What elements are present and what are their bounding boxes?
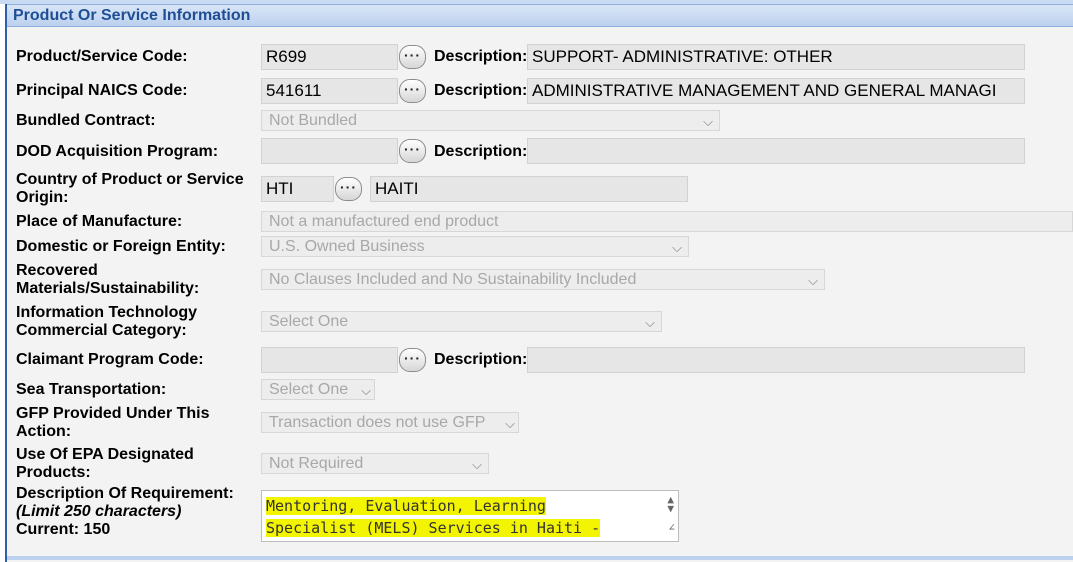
- recovered-select-value: No Clauses Included and No Sustainabilit…: [269, 271, 637, 288]
- country-label-line2: Origin:: [16, 189, 69, 206]
- gfp-label-line2: Action:: [16, 423, 72, 440]
- epa-label-line2: Products:: [16, 464, 91, 481]
- gfp-label-line1: GFP Provided Under This: [16, 405, 210, 422]
- psc-code-input[interactable]: R699: [261, 44, 398, 70]
- psc-lookup-button[interactable]: ···: [399, 45, 426, 69]
- epa-select[interactable]: Not Required ⌵: [261, 453, 489, 474]
- ellipsis-lookup-icon: ···: [404, 47, 421, 63]
- country-lookup-button[interactable]: ···: [335, 177, 362, 201]
- requirement-text-line2: Specialist (MELS) Services in Haiti -: [266, 519, 601, 537]
- dod-label: DOD Acquisition Program:: [16, 143, 219, 160]
- naics-description-label: Description:: [434, 82, 528, 99]
- epa-select-value: Not Required: [269, 455, 364, 472]
- resize-grip-icon[interactable]: ∠: [668, 517, 675, 539]
- bundled-label: Bundled Contract:: [16, 112, 156, 129]
- naics-code-input[interactable]: 541611: [261, 78, 398, 104]
- ellipsis-lookup-icon: ···: [404, 141, 421, 157]
- country-code-input[interactable]: HTI: [261, 176, 334, 202]
- chevron-down-icon: ⌵: [645, 315, 655, 330]
- sea-label: Sea Transportation:: [16, 381, 167, 398]
- ellipsis-lookup-icon: ···: [404, 81, 421, 97]
- domestic-select[interactable]: U.S. Owned Business ⌵: [261, 236, 689, 257]
- gfp-select-value: Transaction does not use GFP: [269, 414, 486, 431]
- chevron-down-icon: ⌵: [472, 457, 482, 472]
- recovered-label-line1: Recovered: [16, 262, 98, 279]
- panel-bottom-border: [7, 556, 1073, 560]
- requirement-textarea[interactable]: Mentoring, Evaluation, Learning Speciali…: [261, 490, 679, 542]
- bundled-select[interactable]: Not Bundled ⌵: [261, 110, 720, 131]
- naics-lookup-button[interactable]: ···: [399, 79, 426, 103]
- naics-description-field: ADMINISTRATIVE MANAGEMENT AND GENERAL MA…: [527, 78, 1025, 104]
- psc-description-field: SUPPORT- ADMINISTRATIVE: OTHER: [527, 44, 1025, 70]
- dod-description-field: [527, 138, 1025, 164]
- it-label-line1: Information Technology: [16, 304, 198, 321]
- naics-label: Principal NAICS Code:: [16, 82, 188, 99]
- dod-code-input[interactable]: [261, 138, 398, 164]
- manufacture-label: Place of Manufacture:: [16, 213, 183, 230]
- recovered-label: Recovered Materials/Sustainability:: [16, 262, 199, 298]
- requirement-char-count: Current: 150: [16, 521, 111, 538]
- manufacture-select-value: Not a manufactured end product: [269, 213, 499, 230]
- chevron-down-icon: ⌵: [505, 416, 515, 431]
- bundled-select-value: Not Bundled: [269, 112, 358, 129]
- ellipsis-lookup-icon: ···: [404, 350, 421, 366]
- country-name-field: HAITI: [370, 176, 688, 202]
- product-service-panel: Product Or Service Information Product/S…: [5, 4, 1073, 562]
- domestic-select-value: U.S. Owned Business: [269, 238, 425, 255]
- claimant-description-field: [527, 347, 1025, 373]
- it-label: Information Technology Commercial Catego…: [16, 304, 197, 340]
- chevron-down-icon: ⌵: [808, 273, 818, 288]
- gfp-select[interactable]: Transaction does not use GFP ⌵: [261, 412, 519, 433]
- dod-lookup-button[interactable]: ···: [399, 139, 426, 163]
- recovered-select[interactable]: No Clauses Included and No Sustainabilit…: [261, 269, 825, 290]
- requirement-limit-note: (Limit 250 characters): [16, 503, 182, 520]
- ellipsis-lookup-icon: ···: [340, 179, 357, 195]
- requirement-label-line1: Description Of Requirement:: [16, 485, 234, 502]
- it-select-value: Select One: [269, 313, 349, 330]
- claimant-description-label: Description:: [434, 351, 528, 368]
- country-label: Country of Product or Service Origin:: [16, 171, 244, 207]
- psc-description-label: Description:: [434, 48, 528, 65]
- section-title: Product Or Service Information: [13, 7, 251, 24]
- gfp-label: GFP Provided Under This Action:: [16, 405, 210, 441]
- claimant-label: Claimant Program Code:: [16, 351, 204, 368]
- psc-label: Product/Service Code:: [16, 48, 188, 65]
- sea-select-value: Select One: [269, 381, 349, 398]
- epa-label-line1: Use Of EPA Designated: [16, 446, 194, 463]
- chevron-down-icon: ⌵: [703, 114, 713, 129]
- requirement-text-line1: Mentoring, Evaluation, Learning: [266, 497, 546, 515]
- it-select[interactable]: Select One ⌵: [261, 311, 662, 332]
- spinner-arrows-icon[interactable]: ▲ ▼: [667, 494, 674, 514]
- chevron-down-icon: ⌵: [361, 383, 371, 398]
- country-label-line1: Country of Product or Service: [16, 171, 244, 188]
- requirement-label: Description Of Requirement: (Limit 250 c…: [16, 485, 234, 539]
- sea-select[interactable]: Select One ⌵: [261, 379, 375, 400]
- domestic-label: Domestic or Foreign Entity:: [16, 238, 226, 255]
- dod-description-label: Description:: [434, 143, 528, 160]
- manufacture-select[interactable]: Not a manufactured end product: [261, 211, 1073, 232]
- recovered-label-line2: Materials/Sustainability:: [16, 280, 200, 297]
- chevron-down-icon: ⌵: [672, 240, 682, 255]
- section-header: Product Or Service Information: [7, 4, 1073, 27]
- claimant-lookup-button[interactable]: ···: [399, 348, 426, 372]
- claimant-code-input[interactable]: [261, 347, 398, 373]
- it-label-line2: Commercial Category:: [16, 322, 187, 339]
- epa-label: Use Of EPA Designated Products:: [16, 446, 194, 482]
